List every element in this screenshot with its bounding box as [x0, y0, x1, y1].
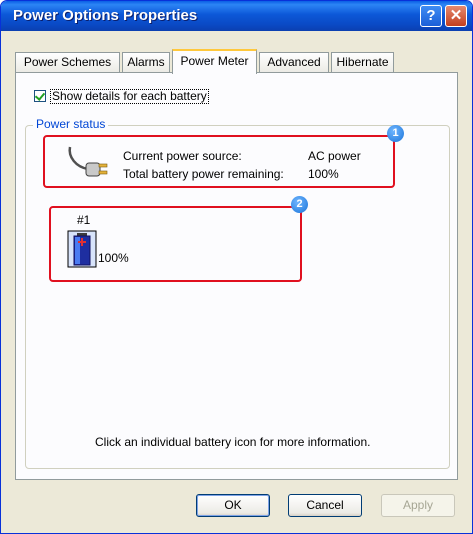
power-source-value: AC power [308, 149, 361, 163]
power-source-label: Current power source: [123, 149, 242, 163]
tab-hibernate[interactable]: Hibernate [331, 52, 394, 72]
title-bar[interactable]: Power Options Properties ? ✕ [1, 1, 472, 31]
annotation-badge-2: 2 [291, 196, 308, 213]
power-options-window: Power Options Properties ? ✕ Power Schem… [0, 0, 473, 534]
battery-remaining-value: 100% [308, 167, 339, 181]
window-title: Power Options Properties [13, 7, 198, 24]
tab-power-meter[interactable]: Power Meter [172, 49, 257, 74]
cancel-button[interactable]: Cancel [288, 494, 362, 517]
close-icon: ✕ [449, 7, 463, 24]
battery-icon[interactable] [67, 230, 97, 268]
annotation-badge-1: 1 [387, 125, 404, 142]
show-details-checkbox[interactable] [34, 90, 46, 102]
battery-remaining-label: Total battery power remaining: [123, 167, 284, 181]
help-icon: ? [426, 7, 436, 24]
tab-advanced[interactable]: Advanced [259, 52, 329, 72]
power-meter-panel: Show details for each battery Power stat… [15, 72, 458, 480]
apply-button[interactable]: Apply [381, 494, 455, 517]
close-button[interactable]: ✕ [445, 5, 467, 27]
ok-button[interactable]: OK [196, 494, 270, 517]
ac-plug-icon [68, 146, 108, 177]
power-status-title: Power status [33, 117, 109, 131]
help-button[interactable]: ? [420, 5, 442, 27]
battery-percent[interactable]: 100% [98, 251, 129, 265]
battery-number: #1 [77, 213, 91, 227]
tab-alarms[interactable]: Alarms [122, 52, 170, 72]
tab-power-schemes[interactable]: Power Schemes [15, 52, 120, 72]
battery-hint-text: Click an individual battery icon for mor… [95, 435, 371, 449]
show-details-label[interactable]: Show details for each battery [50, 89, 209, 104]
